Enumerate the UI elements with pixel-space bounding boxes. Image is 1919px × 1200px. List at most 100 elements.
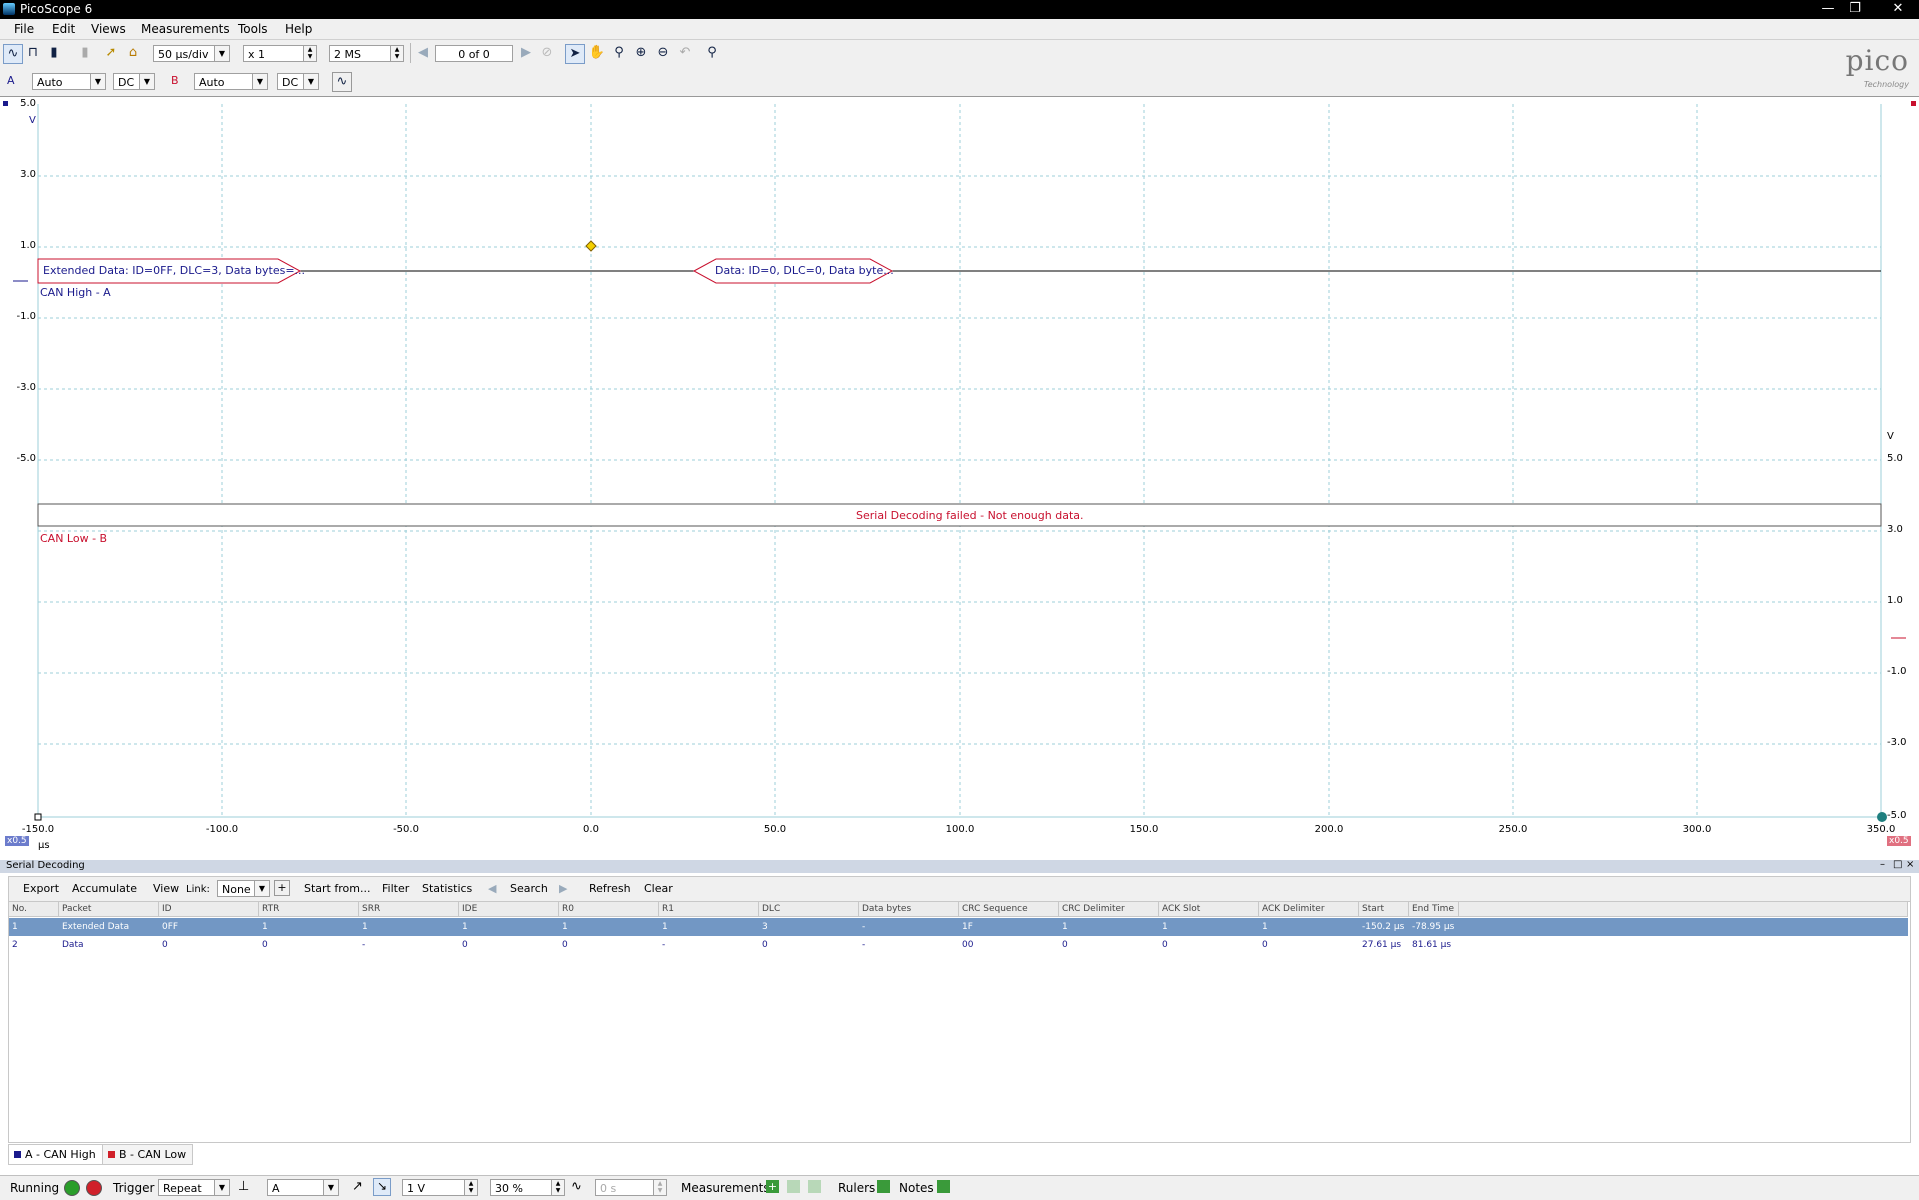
column-header[interactable]: RTR — [259, 902, 359, 917]
hand-pan-icon[interactable]: ✋ — [588, 44, 606, 62]
table-cell: 0FF — [162, 922, 179, 932]
link-label: Link: — [186, 884, 210, 895]
zoom-area-icon[interactable]: ⚲ — [610, 44, 628, 62]
column-header[interactable]: ACK Delimiter — [1259, 902, 1359, 917]
column-header[interactable]: SRR — [359, 902, 459, 917]
column-header[interactable]: Data bytes — [859, 902, 959, 917]
pretrigger-stepper[interactable]: 30 % ▲ ▼ — [490, 1179, 565, 1196]
search-prev-icon[interactable]: ◀ — [488, 882, 496, 895]
menu-measurements[interactable]: Measurements — [141, 22, 230, 36]
add-link-icon[interactable]: + — [274, 880, 290, 896]
edit-measurement-icon[interactable] — [787, 1180, 800, 1193]
channel-a-label[interactable]: A — [7, 74, 15, 87]
zoom-overview-icon[interactable]: ⚲ — [703, 44, 721, 62]
column-header[interactable]: ID — [159, 902, 259, 917]
column-header[interactable]: R0 — [559, 902, 659, 917]
decode-packet-1[interactable]: Extended Data: ID=0FF, DLC=3, Data bytes… — [43, 264, 305, 277]
post-trigger-icon[interactable]: ∿ — [571, 1179, 582, 1194]
zoom-stepper[interactable]: x 1 ▲ ▼ — [243, 45, 317, 62]
column-header[interactable]: End Time — [1409, 902, 1459, 917]
tab-channel-b[interactable]: B - CAN Low — [102, 1144, 194, 1165]
zoom-in-icon[interactable]: ⊕ — [632, 44, 650, 62]
column-header[interactable]: CRC Sequence — [959, 902, 1059, 917]
export-button[interactable]: Export — [23, 882, 59, 895]
menu-tools[interactable]: Tools — [238, 22, 268, 36]
buffer-navigator[interactable]: 0 of 0 — [435, 45, 513, 62]
rising-edge-icon[interactable]: ↗ — [352, 1179, 363, 1194]
notes-icon[interactable] — [937, 1180, 950, 1193]
menu-help[interactable]: Help — [285, 22, 312, 36]
trigger-delay-stepper[interactable]: 0 s ▲ ▼ — [595, 1179, 667, 1196]
accumulate-button[interactable]: Accumulate — [72, 882, 137, 895]
column-header[interactable]: CRC Delimiter — [1059, 902, 1159, 917]
undo-zoom-icon[interactable]: ↶ — [676, 44, 694, 62]
channel-a-coupling-select[interactable]: DC ▼ — [113, 73, 155, 90]
persistence-mode-icon[interactable]: ⊓ — [24, 44, 42, 62]
advanced-trigger-icon[interactable]: ⊥ — [238, 1179, 249, 1194]
channel-b-label[interactable]: B — [171, 74, 179, 87]
channel-a-range-select[interactable]: Auto ▼ — [32, 73, 106, 90]
home-icon[interactable]: ⌂ — [124, 44, 142, 62]
trigger-source-select[interactable]: A ▼ — [267, 1179, 339, 1196]
menu-views[interactable]: Views — [91, 22, 126, 36]
stop-icon[interactable] — [86, 1180, 102, 1196]
close-button[interactable]: ✕ — [1883, 0, 1913, 18]
timebase-select[interactable]: 50 µs/div ▼ — [153, 45, 230, 62]
delete-measurement-icon[interactable] — [808, 1180, 821, 1193]
probe-wand-icon[interactable]: ➚ — [102, 44, 120, 62]
panel-close-icon[interactable]: × — [1906, 859, 1914, 870]
select-pointer-icon[interactable]: ➤ — [565, 44, 585, 64]
column-header[interactable]: No. — [9, 902, 59, 917]
menu-edit[interactable]: Edit — [52, 22, 75, 36]
scope-grid — [3, 101, 1916, 822]
start-from-button[interactable]: Start from... — [304, 882, 370, 895]
channel-b-range-value: Auto — [199, 76, 225, 89]
falling-edge-icon[interactable]: ↘ — [373, 1178, 391, 1196]
view-button[interactable]: View — [153, 882, 179, 895]
column-header[interactable]: ACK Slot — [1159, 902, 1259, 917]
table-cell: 3 — [762, 922, 768, 932]
clear-button[interactable]: Clear — [644, 882, 673, 895]
add-measurement-icon[interactable]: + — [766, 1180, 779, 1193]
buffer-prev-icon[interactable]: ◀ — [414, 44, 432, 62]
minimize-button[interactable]: — — [1817, 0, 1839, 18]
scope-mode-icon[interactable]: ∿ — [3, 44, 23, 64]
search-next-icon[interactable]: ▶ — [559, 882, 567, 895]
samples-stepper[interactable]: 2 MS ▲ ▼ — [329, 45, 404, 62]
restore-button[interactable]: ❐ — [1844, 0, 1866, 18]
column-header[interactable]: Start Time — [1359, 902, 1409, 929]
rulers-settings-icon[interactable] — [877, 1180, 890, 1193]
column-header[interactable]: DLC — [759, 902, 859, 917]
column-header[interactable]: Packet — [59, 902, 159, 917]
start-icon[interactable] — [64, 1180, 80, 1196]
trigger-mode-select[interactable]: Repeat ▼ — [158, 1179, 230, 1196]
menu-file[interactable]: File — [14, 22, 34, 36]
channel-b-coupling-select[interactable]: DC ▼ — [277, 73, 319, 90]
buffer-overview-icon[interactable]: ⊘ — [538, 44, 556, 62]
search-button[interactable]: Search — [510, 882, 548, 895]
x-axis-unit: µs — [38, 840, 50, 851]
panel-minimize-icon[interactable]: – — [1880, 859, 1885, 870]
pico-logo-subtitle: Technology — [1863, 80, 1909, 89]
a-axis-tick: -3.0 — [16, 382, 36, 393]
column-header[interactable]: R1 — [659, 902, 759, 917]
filter-button[interactable]: Filter — [382, 882, 409, 895]
link-select[interactable]: None ▼ — [217, 880, 270, 897]
decode-packet-2[interactable]: Data: ID=0, DLC=0, Data byte... — [715, 264, 894, 277]
table-row[interactable]: 2 Data 0 0-0 0-0-00 0 0 0 27.61 µs 81.61 µs — [9, 936, 1908, 954]
custom-probe-icon[interactable]: ▮ — [76, 44, 94, 62]
scope-view[interactable]: 5.0 V 3.0 1.0 -1.0 -3.0 -5.0 V 5.0 3.0 1… — [0, 97, 1919, 851]
channel-b-range-select[interactable]: Auto ▼ — [194, 73, 268, 90]
spectrum-mode-icon[interactable]: ▮ — [45, 44, 63, 62]
column-header[interactable]: IDE — [459, 902, 559, 917]
tab-channel-a[interactable]: A - CAN High — [8, 1144, 103, 1165]
buffer-next-icon[interactable]: ▶ — [517, 44, 535, 62]
statistics-button[interactable]: Statistics — [422, 882, 472, 895]
zoom-out-icon[interactable]: ⊖ — [654, 44, 672, 62]
channel-color-swatch — [108, 1151, 115, 1158]
table-row[interactable]: 1 Extended Data 0FF 1 1 1 1 1 3 - 1F 1 1 1 -150.2 µs -7… — [9, 918, 1908, 936]
refresh-button[interactable]: Refresh — [589, 882, 631, 895]
channel-options-icon[interactable]: ∿ — [332, 72, 352, 92]
trigger-threshold-stepper[interactable]: 1 V ▲ ▼ — [402, 1179, 478, 1196]
panel-maximize-icon[interactable]: □ — [1893, 859, 1902, 870]
